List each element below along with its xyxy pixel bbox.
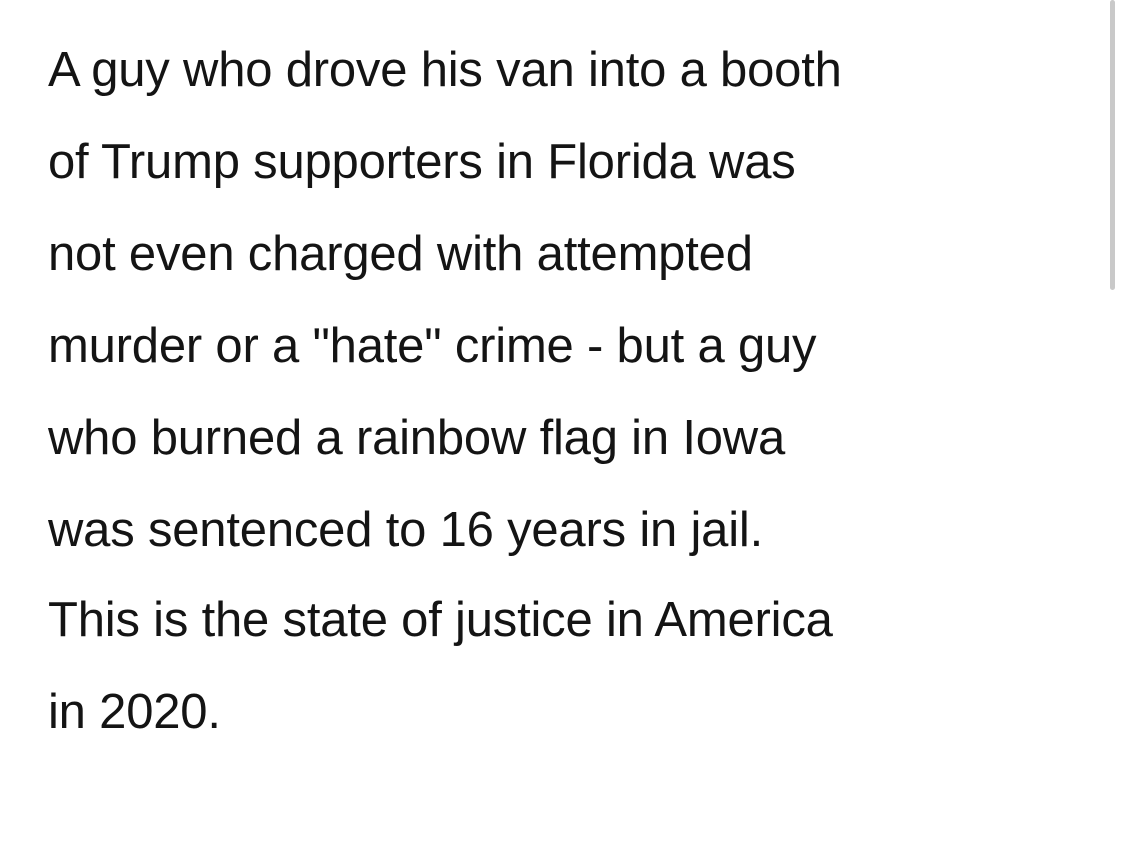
text-line: This is the state of justice in America <box>48 593 833 647</box>
scrollbar-thumb[interactable] <box>1110 0 1115 290</box>
text-line: murder or a "hate" crime - but a guy <box>48 319 817 373</box>
text-line: in 2020. <box>48 685 221 739</box>
text-line: was sentenced to 16 years in jail. <box>48 503 763 557</box>
post-text: A guy who drove his van into a booth of … <box>48 24 1088 758</box>
vertical-scrollbar[interactable] <box>1107 0 1117 300</box>
text-line: not even charged with attempted <box>48 227 753 281</box>
text-line: who burned a rainbow flag in Iowa <box>48 411 786 465</box>
text-line: A guy who drove his van into a booth <box>48 43 842 97</box>
text-line: of Trump supporters in Florida was <box>48 135 796 189</box>
paragraph-main: A guy who drove his van into a booth of … <box>48 24 1088 576</box>
paragraph-conclusion: This is the state of justice in America … <box>48 574 1088 758</box>
post-view: A guy who drove his van into a booth of … <box>0 0 1125 845</box>
